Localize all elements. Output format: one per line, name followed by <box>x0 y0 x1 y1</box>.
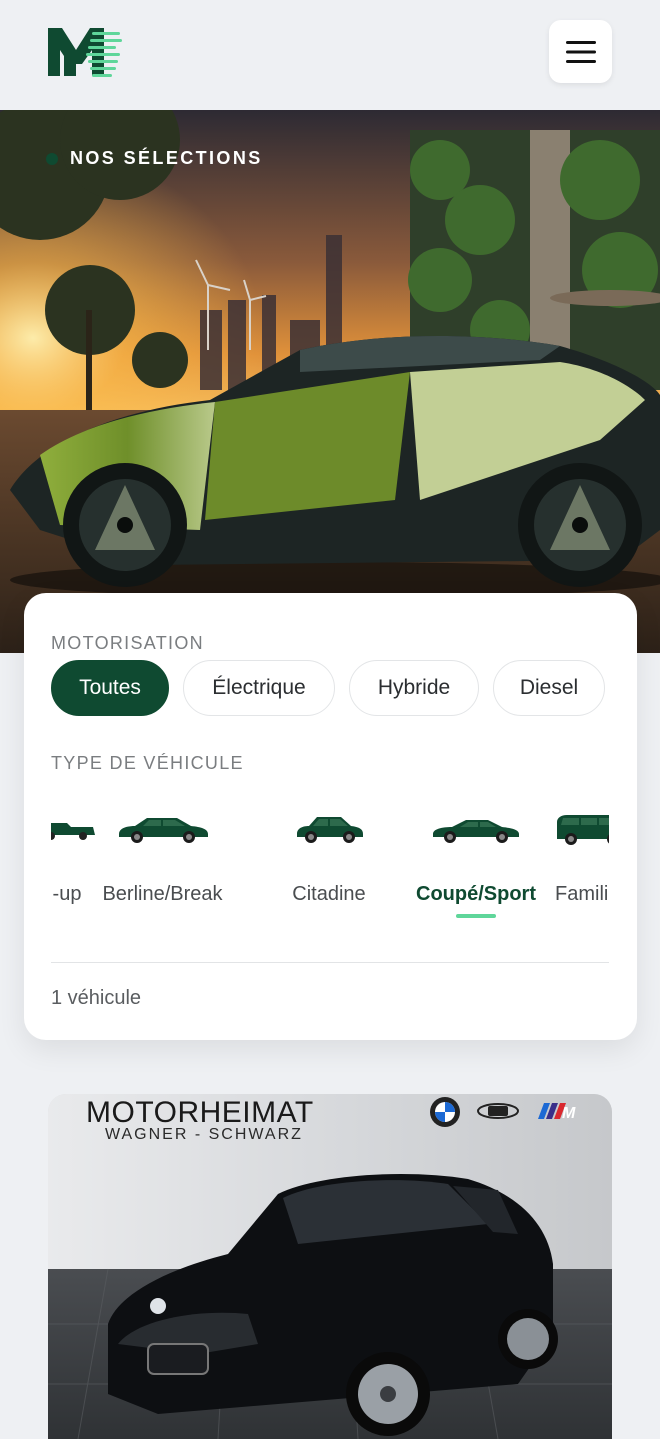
chip-toutes[interactable]: Toutes <box>51 660 169 716</box>
type-citadine[interactable]: Citadine <box>279 793 379 923</box>
sedan-car-icon <box>115 793 211 863</box>
chip-electrique[interactable]: Électrique <box>183 660 335 716</box>
vehicle-type-carousel[interactable]: -up Berline/Break Citadine Coupé/Sport F… <box>51 793 609 933</box>
dealer-subtitle: WAGNER - SCHWARZ <box>105 1126 303 1143</box>
label-dot-icon <box>46 152 58 165</box>
city-car-icon <box>293 793 365 863</box>
type-berline-break[interactable]: Berline/Break <box>95 793 230 923</box>
pickup-car-icon <box>51 793 97 863</box>
menu-button[interactable] <box>549 20 612 83</box>
chip-hybride[interactable]: Hybride <box>349 660 479 716</box>
type-coupe-sport[interactable]: Coupé/Sport <box>411 793 541 923</box>
vehicle-type-title: TYPE DE VÉHICULE <box>51 753 244 773</box>
type-label-berline: Berline/Break <box>102 883 223 905</box>
type-label-citadine: Citadine <box>292 883 366 905</box>
hero-banner: NOS SÉLECTIONS <box>0 110 660 653</box>
coupe-car-icon <box>430 793 522 863</box>
type-label-familiale: Famili <box>555 883 609 905</box>
type-familiale[interactable]: Famili <box>555 793 609 923</box>
hamburger-menu-icon <box>565 40 596 63</box>
result-count: 1 véhicule <box>51 987 142 1009</box>
type-label-coupe: Coupé/Sport <box>416 883 536 905</box>
divider <box>51 962 609 963</box>
chip-diesel[interactable]: Diesel <box>493 660 605 716</box>
svg-text:M: M <box>562 1105 576 1122</box>
listing-photo: M <box>48 1094 612 1439</box>
type-pickup[interactable]: -up <box>51 793 97 923</box>
hero-section-label: NOS SÉLECTIONS <box>46 148 263 169</box>
bmw-logo-icon <box>430 1097 460 1127</box>
dealer-name: MOTORHEIMAT <box>86 1096 314 1129</box>
type-label-pickup: -up <box>52 883 82 905</box>
van-car-icon <box>555 793 609 863</box>
vehicle-listing-card[interactable]: M MOTORHEIMAT WAGNER - SCHWARZ <box>48 1094 612 1439</box>
header <box>0 0 660 110</box>
hero-image <box>0 110 660 653</box>
hero-title: NOS SÉLECTIONS <box>70 148 263 168</box>
filter-card: MOTORISATION Toutes Électrique Hybride D… <box>24 593 637 1040</box>
motorisation-chips: Toutes Électrique Hybride Diesel <box>51 660 605 716</box>
motorisation-title: MOTORISATION <box>51 633 204 653</box>
motorheimat-logo-icon[interactable] <box>46 26 126 78</box>
selected-type-indicator <box>456 914 496 918</box>
